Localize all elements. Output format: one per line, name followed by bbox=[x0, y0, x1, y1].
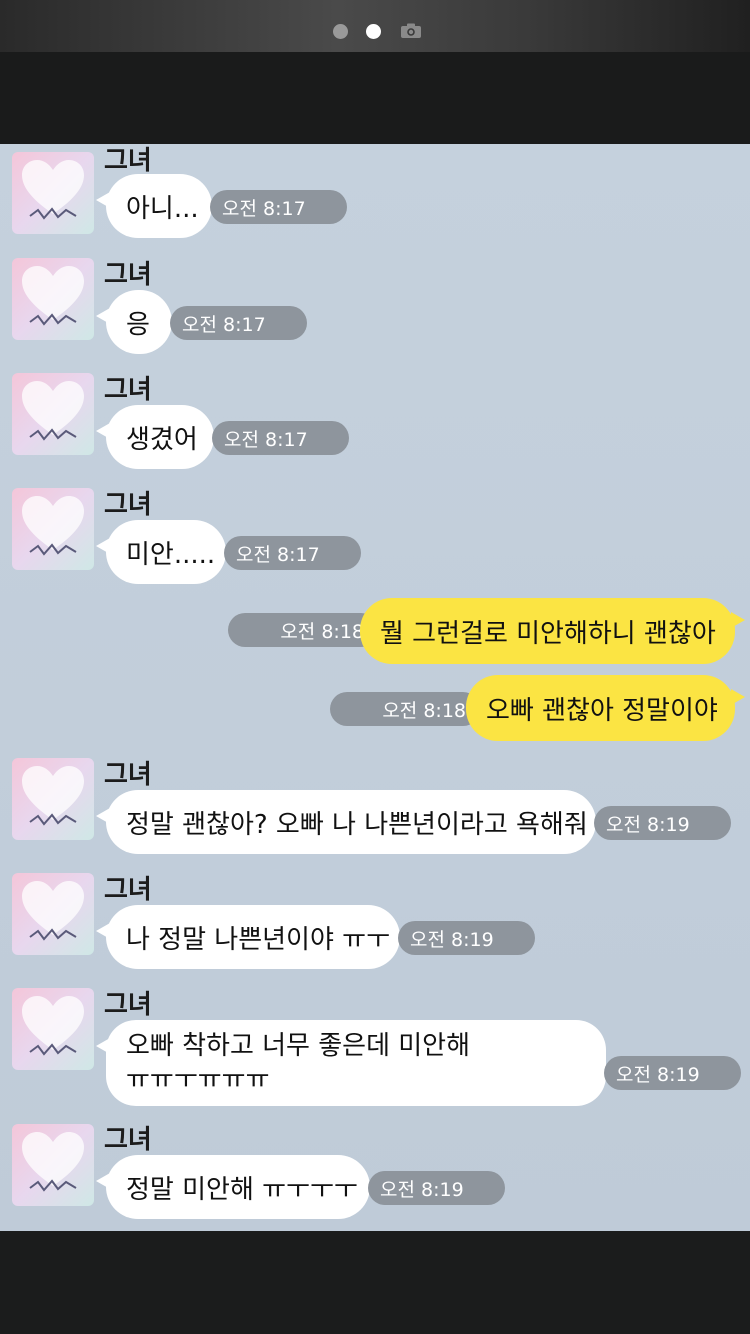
message-timestamp: 오전 8:17 bbox=[224, 536, 361, 570]
sender-name: 그녀 bbox=[104, 490, 152, 520]
sender-name: 그녀 bbox=[104, 990, 152, 1020]
message-bubble-outgoing[interactable]: 오빠 괜찮아 정말이야 bbox=[466, 675, 745, 741]
message-bubble-incoming[interactable]: 아니... bbox=[96, 174, 212, 238]
message-timestamp: 오전 8:17 bbox=[210, 190, 347, 224]
doodle-icon bbox=[29, 1179, 77, 1192]
doodle-icon bbox=[29, 928, 77, 941]
chat-area[interactable]: 그녀 아니... 오전 8:17 그녀 응 오전 8:17 그녀 생겼어 오전 … bbox=[0, 144, 750, 1231]
message-bubble-incoming[interactable]: 응 bbox=[96, 290, 172, 354]
sender-name: 그녀 bbox=[104, 1125, 152, 1155]
sender-name: 그녀 bbox=[104, 260, 152, 290]
doodle-icon bbox=[29, 813, 77, 826]
header-spacer bbox=[0, 52, 750, 144]
avatar[interactable] bbox=[12, 488, 94, 570]
page-indicator bbox=[333, 24, 381, 39]
message-timestamp: 오전 8:17 bbox=[212, 421, 349, 455]
message-line: 오빠 착하고 너무 좋은데 미안해 bbox=[126, 1031, 471, 1061]
message-bubble-incoming[interactable]: 나 정말 나쁜년이야 ㅠㅜ bbox=[96, 905, 400, 969]
message-timestamp: 오전 8:17 bbox=[170, 306, 307, 340]
message-line: ㅠㅠㅜㅠㅠㅠ bbox=[126, 1065, 270, 1095]
avatar[interactable] bbox=[12, 1124, 94, 1206]
avatar[interactable] bbox=[12, 152, 94, 234]
message-bubble-incoming[interactable]: 생겼어 bbox=[96, 405, 214, 469]
message-bubble-incoming[interactable]: 오빠 착하고 너무 좋은데 미안해 ㅠㅠㅜㅠㅠㅠ bbox=[96, 1020, 606, 1106]
sender-name: 그녀 bbox=[104, 146, 152, 176]
message-timestamp: 오전 8:19 bbox=[398, 921, 535, 955]
camera-icon[interactable] bbox=[400, 23, 422, 39]
doodle-icon bbox=[29, 543, 77, 556]
message-bubble-outgoing[interactable]: 뭘 그런걸로 미안해하니 괜찮아 bbox=[360, 598, 745, 664]
page-dot-2[interactable] bbox=[366, 24, 381, 39]
sender-name: 그녀 bbox=[104, 375, 152, 405]
avatar[interactable] bbox=[12, 258, 94, 340]
avatar[interactable] bbox=[12, 373, 94, 455]
message-timestamp: 오전 8:18 bbox=[330, 692, 480, 726]
sender-name: 그녀 bbox=[104, 875, 152, 905]
top-bar bbox=[0, 0, 750, 52]
message-timestamp: 오전 8:19 bbox=[368, 1171, 505, 1205]
message-bubble-incoming[interactable]: 정말 미안해 ㅠㅜㅜㅜ bbox=[96, 1155, 370, 1219]
avatar[interactable] bbox=[12, 988, 94, 1070]
page-dot-1[interactable] bbox=[333, 24, 348, 39]
message-bubble-incoming[interactable]: 정말 괜찮아? 오빠 나 나쁜년이라고 욕해줘 bbox=[96, 790, 596, 854]
doodle-icon bbox=[29, 428, 77, 441]
doodle-icon bbox=[29, 313, 77, 326]
bottom-bar bbox=[0, 1231, 750, 1334]
avatar[interactable] bbox=[12, 873, 94, 955]
message-timestamp: 오전 8:19 bbox=[594, 806, 731, 840]
doodle-icon bbox=[29, 1043, 77, 1056]
avatar[interactable] bbox=[12, 758, 94, 840]
message-bubble-incoming[interactable]: 미안..... bbox=[96, 520, 226, 584]
message-timestamp: 오전 8:18 bbox=[228, 613, 378, 647]
message-timestamp: 오전 8:19 bbox=[604, 1056, 741, 1090]
sender-name: 그녀 bbox=[104, 760, 152, 790]
doodle-icon bbox=[29, 207, 77, 220]
